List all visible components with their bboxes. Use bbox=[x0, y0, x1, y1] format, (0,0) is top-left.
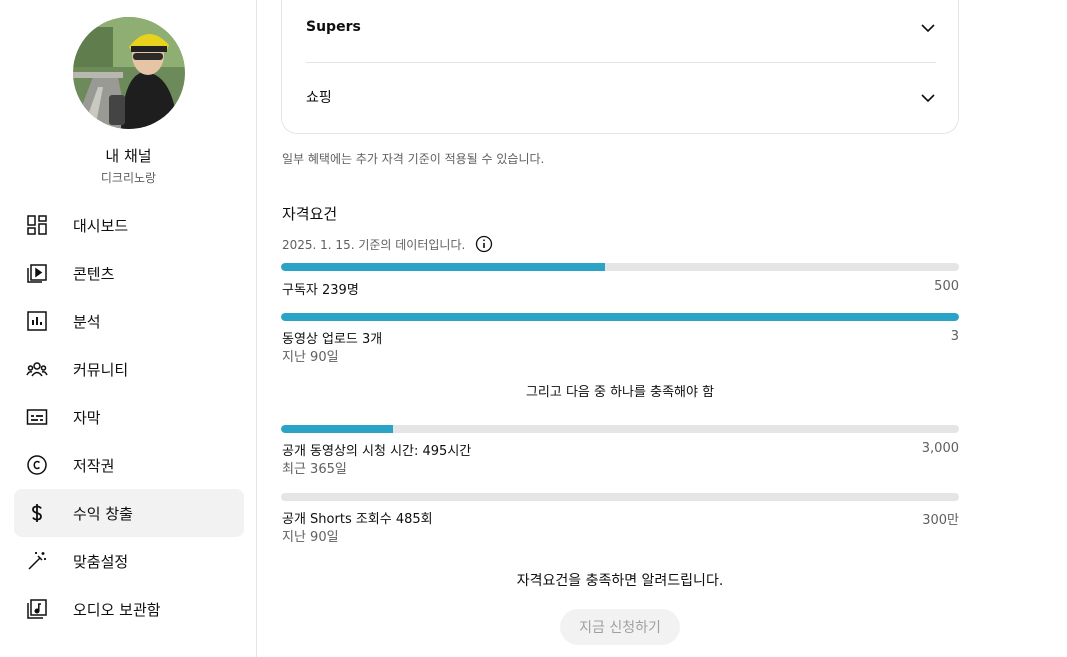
sidebar-item-monetization[interactable]: 수익 창출 bbox=[14, 489, 244, 537]
info-icon[interactable] bbox=[475, 235, 493, 253]
sidebar-item-subtitles[interactable]: 자막 bbox=[14, 393, 244, 441]
sidebar-nav: 대시보드 콘텐츠 분석 커뮤니티 자막 저작권 수익 창출 맞춤설정 오디오 보… bbox=[14, 201, 244, 633]
sidebar-item-analytics[interactable]: 분석 bbox=[14, 297, 244, 345]
data-date: 2025. 1. 15. 기준의 데이터입니다. bbox=[282, 235, 493, 253]
requirement-target: 500 bbox=[934, 279, 959, 294]
community-icon bbox=[25, 357, 49, 381]
dashboard-icon bbox=[25, 213, 49, 237]
sidebar-item-customization[interactable]: 맞춤설정 bbox=[14, 537, 244, 585]
sidebar-item-community[interactable]: 커뮤니티 bbox=[14, 345, 244, 393]
sidebar-item-label: 수익 창출 bbox=[73, 504, 133, 523]
requirement-period: 지난 90일 bbox=[282, 350, 339, 365]
requirement-period: 최근 365일 bbox=[282, 462, 347, 477]
benefits-note: 일부 혜택에는 추가 자격 기준이 적용될 수 있습니다. bbox=[282, 152, 545, 166]
progress-bar-uploads bbox=[281, 313, 959, 321]
chevron-down-icon bbox=[920, 88, 936, 107]
sidebar-item-label: 오디오 보관함 bbox=[73, 600, 161, 619]
progress-fill bbox=[281, 263, 606, 271]
progress-fill bbox=[281, 313, 959, 321]
progress-fill bbox=[281, 425, 393, 433]
requirement-period: 지난 90일 bbox=[282, 530, 339, 545]
requirement-target: 3,000 bbox=[921, 441, 959, 456]
benefits-card: Supers 쇼핑 bbox=[281, 0, 959, 134]
sidebar-item-audio-library[interactable]: 오디오 보관함 bbox=[14, 585, 244, 633]
requirement-label: 공개 동영상의 시청 시간: 495시간 bbox=[282, 444, 472, 459]
requirement-label: 동영상 업로드 3개 bbox=[282, 332, 383, 347]
analytics-icon bbox=[25, 309, 49, 333]
requirement-label: 구독자 239명 bbox=[282, 283, 359, 298]
subtitles-icon bbox=[25, 405, 49, 429]
notify-text: 자격요건을 충족하면 알려드립니다. bbox=[516, 573, 724, 589]
sidebar-item-label: 대시보드 bbox=[73, 216, 129, 235]
audio-library-icon bbox=[25, 597, 49, 621]
requirement-label: 공개 Shorts 조회수 485회 bbox=[282, 512, 433, 527]
sidebar-item-label: 콘텐츠 bbox=[73, 264, 115, 283]
eligibility-title: 자격요건 bbox=[282, 205, 338, 223]
channel-avatar[interactable] bbox=[73, 17, 185, 129]
channel-title: 내 채널 bbox=[105, 147, 152, 165]
sidebar-item-label: 맞춤설정 bbox=[73, 552, 129, 571]
progress-bar-watch-hours bbox=[281, 425, 959, 433]
accordion-title: 쇼핑 bbox=[306, 90, 332, 106]
progress-bar-shorts-views bbox=[281, 493, 959, 501]
apply-now-button[interactable]: 지금 신청하기 bbox=[560, 609, 680, 645]
channel-handle: 디크리노랑 bbox=[100, 171, 157, 185]
sidebar-item-dashboard[interactable]: 대시보드 bbox=[14, 201, 244, 249]
content-icon bbox=[25, 261, 49, 285]
dollar-icon bbox=[25, 501, 49, 525]
sidebar-item-content[interactable]: 콘텐츠 bbox=[14, 249, 244, 297]
requirement-target: 300만 bbox=[922, 513, 959, 528]
copyright-icon bbox=[25, 453, 49, 477]
divider bbox=[306, 62, 936, 63]
sidebar-item-label: 자막 bbox=[73, 408, 101, 427]
chevron-down-icon bbox=[920, 18, 936, 37]
sidebar-item-label: 분석 bbox=[73, 312, 101, 331]
sidebar-item-label: 저작권 bbox=[73, 456, 115, 475]
requirement-target: 3 bbox=[950, 329, 959, 344]
progress-bar-subscribers bbox=[281, 263, 959, 271]
accordion-shopping[interactable]: 쇼핑 bbox=[306, 77, 936, 117]
accordion-title: Supers bbox=[306, 19, 361, 35]
magic-wand-icon bbox=[25, 549, 49, 573]
sidebar: 내 채널 디크리노랑 대시보드 콘텐츠 분석 커뮤니티 자막 저작권 수익 창출… bbox=[0, 0, 257, 657]
and-text: 그리고 다음 중 하나를 충족해야 함 bbox=[525, 385, 715, 400]
sidebar-item-copyright[interactable]: 저작권 bbox=[14, 441, 244, 489]
sidebar-item-label: 커뮤니티 bbox=[73, 360, 129, 379]
accordion-supers[interactable]: Supers bbox=[306, 7, 936, 47]
data-date-text: 2025. 1. 15. 기준의 데이터입니다. bbox=[282, 237, 466, 252]
